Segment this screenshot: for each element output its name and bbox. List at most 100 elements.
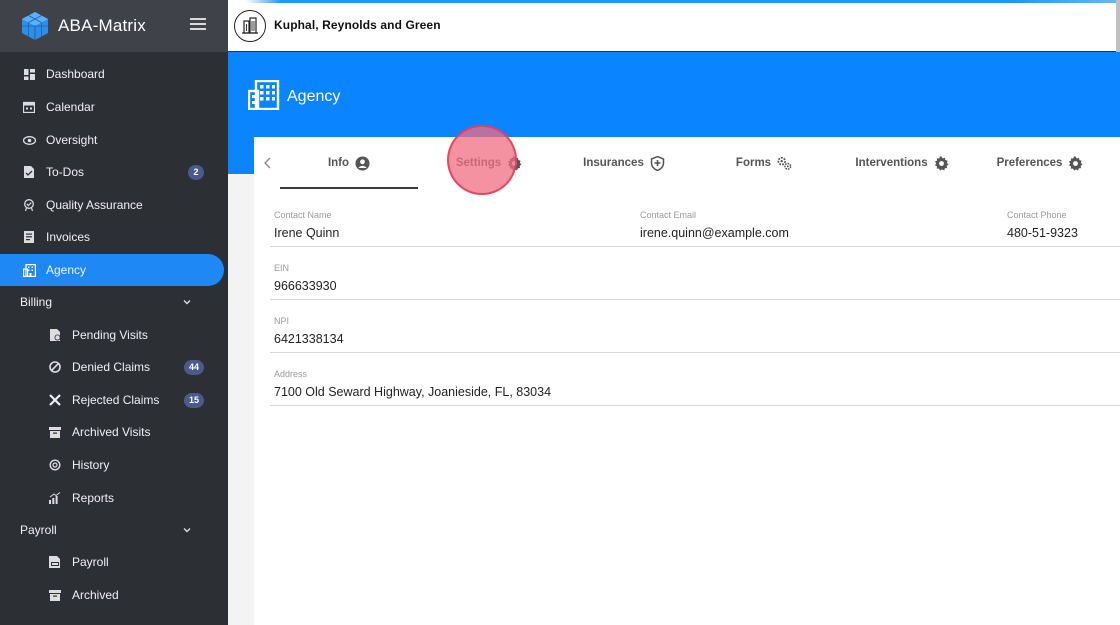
sidebar-item-quality-assurance[interactable]: Quality Assurance	[0, 189, 224, 221]
loading-progress-bar	[228, 0, 1120, 3]
denied-icon	[48, 360, 62, 374]
divider	[270, 246, 1120, 247]
sidebar-item-label: Pending Visits	[72, 328, 148, 342]
sidebar-item-agency[interactable]: Agency	[0, 254, 224, 286]
sidebar-item-label: To-Dos	[46, 165, 85, 179]
field-label: EIN	[274, 263, 290, 273]
sidebar-item-label: History	[72, 458, 110, 472]
tab-info[interactable]: Info	[280, 137, 418, 189]
sidebar-item-reports[interactable]: Reports	[0, 482, 224, 514]
gear-icon	[1068, 155, 1083, 171]
scrollbar[interactable]	[1116, 0, 1120, 52]
tab-insurances[interactable]: Insurances	[576, 137, 672, 189]
user-circle-icon	[355, 156, 370, 171]
address-value: 7100 Old Seward Highway, Joanieside, FL,…	[274, 385, 552, 399]
sidebar-item-label: Oversight	[46, 133, 98, 147]
sidebar-item-dashboard[interactable]: Dashboard	[0, 58, 224, 90]
divider	[270, 405, 1120, 406]
eye-icon	[22, 133, 36, 147]
field-label: Contact Phone	[1007, 210, 1067, 220]
gear-icon	[934, 155, 949, 171]
sidebar-item-archived-visits[interactable]: Archived Visits	[0, 416, 224, 448]
npi-field: NPI 6421338134	[274, 316, 344, 346]
quality-icon	[22, 198, 36, 212]
todo-icon	[22, 165, 36, 179]
tab-label: Interventions	[855, 157, 928, 169]
dashboard-icon	[22, 67, 36, 81]
divider	[270, 352, 1120, 353]
field-label: Address	[274, 369, 308, 379]
address-field: Address 7100 Old Seward Highway, Joanies…	[274, 369, 551, 399]
chevron-down-icon	[183, 300, 191, 305]
sidebar-item-label: Calendar	[46, 100, 95, 114]
sidebar-item-label: Agency	[46, 263, 87, 277]
tab-interventions[interactable]: Interventions	[852, 137, 952, 189]
gear-icon	[507, 155, 522, 171]
field-label: NPI	[274, 316, 290, 326]
sidebar-section-label: Billing	[20, 295, 53, 309]
sidebar-item-label: Dashboard	[46, 67, 105, 81]
gears-icon	[777, 156, 792, 171]
pending-icon	[48, 328, 62, 342]
sidebar-section-payroll[interactable]: Payroll	[0, 514, 224, 546]
sidebar-item-label: Invoices	[46, 230, 91, 244]
sidebar-item-pending-visits[interactable]: Pending Visits	[0, 319, 224, 351]
tab-label: Forms	[735, 157, 772, 169]
sidebar-item-label: Quality Assurance	[46, 198, 143, 212]
page-title: Agency	[287, 88, 341, 105]
sidebar-item-denied-claims[interactable]: Denied Claims 44	[0, 351, 224, 383]
calendar-icon	[22, 100, 36, 114]
tab-active-indicator	[280, 187, 418, 189]
contact-email-field: Contact Email irene.quinn@example.com	[640, 210, 789, 240]
archive-icon	[48, 425, 62, 439]
denied-count-badge: 44	[183, 359, 204, 375]
history-icon	[48, 458, 62, 472]
shield-icon	[650, 155, 665, 171]
app-name: ABA-Matrix	[58, 16, 146, 35]
sidebar-item-history[interactable]: History	[0, 449, 224, 481]
rejected-count-badge: 15	[183, 392, 204, 408]
sidebar-item-label: Archived Visits	[72, 425, 151, 439]
archive-icon	[48, 588, 62, 602]
sidebar-item-label: Archived	[72, 588, 119, 602]
field-label: Contact Email	[640, 210, 697, 220]
sidebar-section-label: Payroll	[20, 523, 57, 537]
contact-phone-value: 480-51-9323	[1007, 226, 1078, 240]
tab-forms[interactable]: Forms	[724, 137, 804, 189]
sidebar-item-todos[interactable]: To-Dos 2	[0, 156, 224, 188]
sidebar-item-calendar[interactable]: Calendar	[0, 91, 224, 123]
sidebar-item-oversight[interactable]: Oversight	[0, 124, 224, 156]
invoice-icon	[22, 230, 36, 244]
divider	[270, 299, 1120, 300]
sidebar-item-label: Reports	[72, 491, 115, 505]
org-name[interactable]: Kuphal, Reynolds and Green	[274, 18, 441, 32]
contact-name-value: Irene Quinn	[274, 226, 340, 240]
contact-email-value: irene.quinn@example.com	[640, 226, 789, 240]
field-label: Contact Name	[274, 210, 332, 220]
sidebar-item-label: Denied Claims	[72, 360, 151, 374]
sidebar-item-invoices[interactable]: Invoices	[0, 221, 224, 253]
building-icon	[22, 263, 36, 277]
tab-label: Preferences	[996, 157, 1063, 169]
sidebar-item-label: Rejected Claims	[72, 393, 160, 407]
tab-settings[interactable]: Settings	[444, 137, 534, 189]
payroll-icon	[48, 555, 62, 569]
chevron-down-icon	[183, 528, 191, 533]
brand: ABA-Matrix	[0, 0, 228, 52]
close-icon	[48, 393, 62, 407]
sidebar-item-payroll[interactable]: Payroll	[0, 546, 224, 578]
sidebar-item-rejected-claims[interactable]: Rejected Claims 15	[0, 384, 224, 416]
app-logo-icon	[22, 12, 48, 40]
sidebar-item-archived[interactable]: Archived	[0, 579, 224, 611]
top-bar: Kuphal, Reynolds and Green	[228, 0, 1120, 52]
npi-value: 6421338134	[274, 332, 344, 346]
reports-icon	[48, 491, 62, 505]
chevron-left-icon[interactable]	[262, 155, 274, 171]
org-logo-icon[interactable]	[234, 10, 266, 42]
tab-preferences[interactable]: Preferences	[994, 137, 1086, 189]
sidebar: ABA-Matrix Dashboard Calendar Oversight …	[0, 0, 228, 625]
todo-count-badge: 2	[188, 164, 204, 180]
sidebar-section-billing[interactable]: Billing	[0, 286, 224, 318]
hamburger-menu-icon[interactable]	[190, 18, 206, 32]
ein-value: 966633930	[274, 279, 337, 293]
